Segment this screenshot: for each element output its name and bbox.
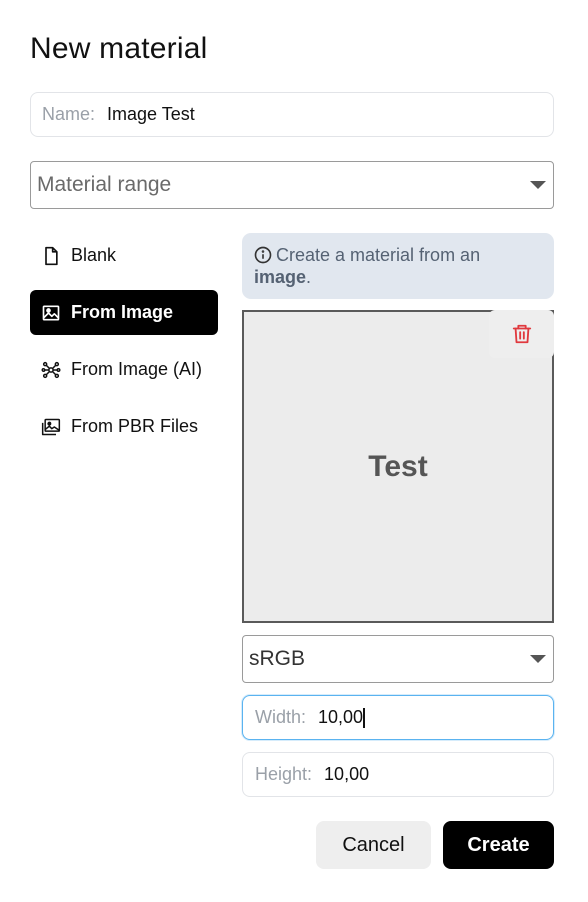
dialog-title: New material — [30, 32, 208, 65]
images-stack-icon — [40, 416, 62, 438]
info-text-end: . — [306, 267, 312, 287]
info-text: Create a material from an — [276, 245, 481, 265]
name-field[interactable]: Name: Image Test — [30, 92, 554, 137]
preview-text: Test — [368, 449, 428, 483]
ai-network-icon — [40, 359, 62, 381]
source-nav: Blank From Image From Image (AI) From PB… — [30, 233, 218, 461]
name-field-label: Name: — [42, 104, 96, 124]
file-icon — [40, 245, 62, 267]
height-field-value[interactable]: 10,00 — [324, 764, 369, 785]
material-range-value: Material range — [37, 173, 172, 196]
material-range-select[interactable]: Material range — [30, 161, 554, 209]
info-highlight: image — [254, 267, 307, 287]
nav-item-label: Blank — [71, 245, 117, 265]
height-field[interactable]: Height: 10,00 — [242, 752, 554, 797]
nav-item-label: From PBR Files — [71, 416, 199, 436]
nav-item-from-pbr-files[interactable]: From PBR Files — [30, 404, 218, 449]
delete-image-button[interactable] — [489, 310, 554, 358]
name-field-value[interactable]: Image Test — [107, 104, 195, 125]
nav-item-blank[interactable]: Blank — [30, 233, 218, 278]
image-icon — [40, 302, 62, 324]
info-icon — [254, 246, 272, 264]
chevron-down-icon — [530, 181, 546, 189]
color-space-value: sRGB — [249, 647, 306, 670]
nav-item-label: From Image — [71, 302, 174, 322]
info-banner: Create a material from an image. — [242, 233, 554, 299]
trash-icon — [512, 324, 531, 344]
width-field[interactable]: Width: 10,00 — [242, 695, 554, 740]
text-cursor — [363, 707, 365, 728]
width-field-label: Width: — [255, 707, 307, 727]
color-space-select[interactable]: sRGB — [242, 635, 554, 683]
nav-item-from-image-ai[interactable]: From Image (AI) — [30, 347, 218, 392]
height-field-label: Height: — [255, 764, 313, 784]
chevron-down-icon — [530, 655, 546, 663]
width-field-value[interactable]: 10,00 — [318, 707, 363, 728]
nav-item-from-image[interactable]: From Image — [30, 290, 218, 335]
cancel-button[interactable]: Cancel — [316, 821, 431, 869]
nav-item-label: From Image (AI) — [71, 359, 203, 379]
create-button[interactable]: Create — [443, 821, 554, 869]
